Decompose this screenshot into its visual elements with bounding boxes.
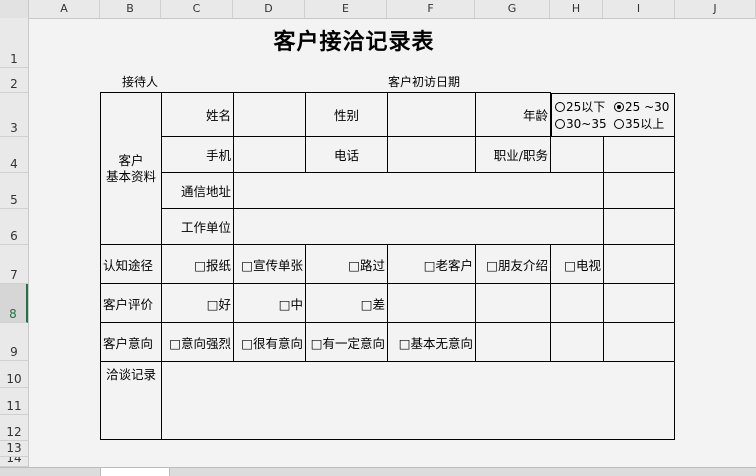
notes-label: 洽谈记录	[100, 361, 162, 440]
evaluation-empty-cell-f[interactable]	[387, 283, 476, 323]
mobile-label: 手机	[161, 136, 234, 173]
age-option-30-35[interactable]: 30~35	[555, 117, 607, 131]
phone-value-cell[interactable]	[387, 136, 476, 173]
intent-label: 客户意向	[100, 322, 162, 362]
column-header-i[interactable]: I	[603, 0, 675, 18]
evaluation-empty-cell-h[interactable]	[550, 283, 604, 323]
row-header-10[interactable]: 10	[0, 361, 28, 388]
name-label: 姓名	[161, 92, 234, 137]
receptionist-label: 接待人	[122, 75, 159, 89]
row-header-2[interactable]: 2	[0, 68, 28, 93]
row-header-1[interactable]: 1	[0, 18, 28, 68]
mobile-value-cell[interactable]	[233, 136, 306, 173]
customer-info-section: 客户 基本资料	[100, 92, 162, 245]
evaluation-empty-cell-i[interactable]	[603, 283, 675, 323]
row-header-4[interactable]: 4	[0, 137, 28, 173]
customer-info-label-line1: 客户	[118, 152, 144, 168]
address-value-cell[interactable]	[233, 172, 604, 209]
column-header-g[interactable]: G	[475, 0, 550, 18]
source-option-flyer[interactable]: □宣传单张	[233, 244, 306, 284]
row-header-7[interactable]: 7	[0, 245, 28, 284]
row-header-6[interactable]: 6	[0, 209, 28, 245]
row-header-14[interactable]: 14	[0, 457, 28, 467]
column-header-bar: A B C D E F G H I J	[0, 0, 756, 19]
row-header-3[interactable]: 3	[0, 93, 28, 137]
source-extra-cell[interactable]	[603, 244, 675, 284]
radio-icon	[555, 119, 565, 129]
age-option-over-35[interactable]: 35以上	[614, 117, 664, 131]
occupation-extra-cell[interactable]	[603, 136, 675, 173]
intent-empty-cell-g[interactable]	[475, 322, 551, 362]
name-value-cell[interactable]	[233, 92, 306, 137]
intent-option-no-interest[interactable]: □基本无意向	[387, 322, 476, 362]
age-options-cell: 25以下 25 ~30 30~35 35以上	[551, 93, 675, 137]
intent-empty-cell-i[interactable]	[603, 322, 675, 362]
notes-value-cell[interactable]	[161, 361, 675, 440]
evaluation-option-poor[interactable]: □差	[305, 283, 388, 323]
row-header-5[interactable]: 5	[0, 173, 28, 209]
gender-label: 性别	[305, 92, 388, 137]
row-header-8[interactable]: 8	[0, 284, 28, 323]
column-header-b[interactable]: B	[100, 0, 161, 18]
age-option-under-25[interactable]: 25以下	[555, 100, 605, 114]
occupation-label: 职业/职务	[475, 136, 551, 173]
source-option-tv[interactable]: □电视	[550, 244, 604, 284]
column-header-j[interactable]: J	[675, 0, 756, 18]
intent-empty-cell-h[interactable]	[550, 322, 604, 362]
evaluation-option-average[interactable]: □中	[233, 283, 306, 323]
evaluation-label: 客户评价	[100, 283, 162, 323]
form-title: 客户接洽记录表	[273, 29, 435, 55]
radio-selected-icon	[614, 102, 624, 112]
work-unit-extra-cell[interactable]	[603, 208, 675, 245]
phone-label: 电话	[305, 136, 388, 173]
source-option-walk-in[interactable]: □路过	[305, 244, 388, 284]
first-visit-date-label: 客户初访日期	[388, 75, 461, 89]
evaluation-option-good[interactable]: □好	[161, 283, 234, 323]
age-option-25-30[interactable]: 25 ~30	[614, 100, 669, 114]
intent-option-strong[interactable]: □意向强烈	[161, 322, 234, 362]
source-label: 认知途径	[100, 244, 162, 284]
intent-option-very-interested[interactable]: □很有意向	[233, 322, 306, 362]
occupation-value-cell[interactable]	[550, 136, 604, 173]
work-unit-label: 工作单位	[161, 208, 234, 245]
column-header-d[interactable]: D	[233, 0, 305, 18]
column-header-c[interactable]: C	[161, 0, 233, 18]
row-header-9[interactable]: 9	[0, 323, 28, 361]
radio-icon	[555, 102, 565, 112]
address-label: 通信地址	[161, 172, 234, 209]
row-header-11[interactable]: 11	[0, 388, 28, 415]
column-header-a[interactable]: A	[29, 0, 100, 18]
evaluation-empty-cell-g[interactable]	[475, 283, 551, 323]
column-header-h[interactable]: H	[550, 0, 603, 18]
row-header-13[interactable]: 13	[0, 441, 28, 457]
source-option-newspaper[interactable]: □报纸	[161, 244, 234, 284]
source-option-returning-customer[interactable]: □老客户	[387, 244, 476, 284]
intent-option-some-interest[interactable]: □有一定意向	[305, 322, 388, 362]
select-all-corner[interactable]	[0, 0, 29, 18]
column-header-f[interactable]: F	[387, 0, 475, 18]
row-header-bar: 1 2 3 4 5 6 7 8 9 10 11 12 13 14	[0, 18, 29, 475]
source-option-friend-referral[interactable]: □朋友介绍	[475, 244, 551, 284]
age-label: 年龄	[475, 92, 551, 137]
gender-value-cell[interactable]	[387, 92, 476, 137]
work-unit-value-cell[interactable]	[233, 208, 604, 245]
column-header-e[interactable]: E	[305, 0, 387, 18]
address-extra-cell[interactable]	[603, 172, 675, 209]
customer-info-label-line2: 基本资料	[105, 168, 156, 184]
row-header-12[interactable]: 12	[0, 415, 28, 441]
radio-icon	[614, 119, 624, 129]
